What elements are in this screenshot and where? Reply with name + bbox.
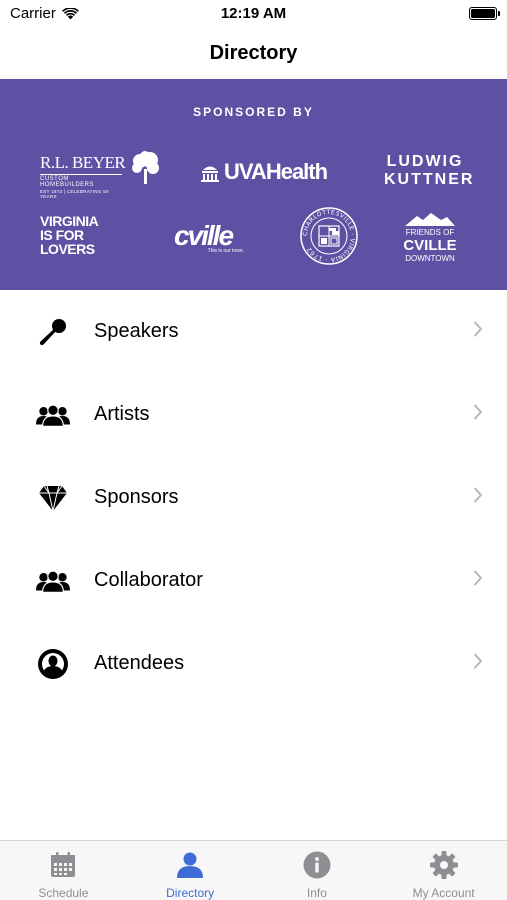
tab-directory[interactable]: Directory	[127, 841, 254, 900]
city-seal-icon: CHARLOTTESVILLE · VIRGINIA · 1762	[300, 207, 358, 265]
ludwig-line-1: LUDWIG	[386, 153, 464, 170]
cville-wordmark: cville	[173, 220, 234, 251]
chevron-right-icon	[473, 404, 483, 425]
gear-icon	[429, 850, 459, 880]
virginia-line-2: IS FOR	[40, 227, 84, 243]
charlottesville-seal-logo: CHARLOTTESVILLE · VIRGINIA · 1762	[299, 206, 359, 271]
navigation-bar: Directory	[0, 28, 507, 78]
uva-health-text: UVAHealth	[224, 159, 328, 184]
directory-item-sponsors[interactable]: Sponsors	[0, 456, 507, 539]
info-icon	[302, 850, 332, 880]
friends-line-3: DOWNTOWN	[405, 254, 455, 263]
chevron-right-icon	[473, 570, 483, 591]
status-time: 12:19 AM	[220, 5, 287, 22]
rl-beyer-tagline: EST 1973 | CELEBRATING 50 YEARS	[40, 189, 109, 199]
chevron-right-icon	[473, 653, 483, 674]
sponsor-banner[interactable]: SPONSORED BY R.L. BEYER CUSTOM HOMEBUILD…	[0, 79, 507, 290]
tab-label: Directory	[166, 886, 215, 900]
microphone-icon	[36, 315, 70, 349]
diamond-icon	[36, 481, 70, 515]
directory-item-label: Collaborator	[94, 569, 203, 591]
directory-item-label: Attendees	[94, 652, 185, 674]
ludwig-line-2: KUTTNER	[384, 171, 475, 188]
person-circle-icon	[36, 647, 70, 681]
group-icon	[36, 564, 70, 598]
group-icon	[36, 398, 70, 432]
chevron-right-icon	[473, 321, 483, 342]
directory-item-speakers[interactable]: Speakers	[0, 290, 507, 373]
directory-item-attendees[interactable]: Attendees	[0, 622, 507, 705]
tab-label: Schedule	[38, 886, 89, 900]
battery-icon	[469, 7, 500, 20]
directory-list: Speakers Artists Sponsors Collaborator A…	[0, 290, 507, 705]
directory-item-collaborator[interactable]: Collaborator	[0, 539, 507, 622]
uva-health-logo: UVAHealth	[200, 159, 328, 185]
virginia-line-1: VIRGINIA	[40, 213, 99, 229]
tab-label: My Account	[412, 886, 475, 900]
rl-beyer-subtitle: CUSTOM HOMEBUILDERS	[40, 174, 122, 188]
tab-label: Info	[306, 886, 327, 900]
chevron-right-icon	[473, 487, 483, 508]
directory-item-artists[interactable]: Artists	[0, 373, 507, 456]
rl-beyer-logo: R.L. BEYER CUSTOM HOMEBUILDERS EST 1973 …	[40, 151, 160, 199]
sponsor-heading: SPONSORED BY	[193, 105, 314, 119]
friends-line-2: CVILLE	[403, 237, 457, 254]
tab-schedule[interactable]: Schedule	[0, 841, 127, 900]
tab-my-account[interactable]: My Account	[380, 841, 507, 900]
page-title: Directory	[209, 41, 298, 64]
ludwig-kuttner-logo: LUDWIG KUTTNER	[384, 153, 475, 189]
directory-item-label: Artists	[94, 403, 150, 425]
status-bar: Carrier 12:19 AM	[0, 0, 507, 28]
virginia-is-for-lovers-logo: VIRGINIA IS FOR LOVERS	[40, 214, 120, 256]
tree-icon	[132, 151, 159, 184]
calendar-icon	[48, 850, 78, 880]
rotunda-icon	[201, 166, 219, 182]
mountain-icon	[405, 213, 455, 226]
friends-of-cville-downtown-logo: FRIENDS OF CVILLE DOWNTOWN	[402, 212, 458, 264]
person-icon	[175, 850, 205, 880]
tab-info[interactable]: Info	[254, 841, 381, 900]
directory-item-label: Sponsors	[94, 486, 179, 508]
directory-item-label: Speakers	[94, 320, 179, 342]
virginia-line-3: LOVERS	[40, 241, 95, 257]
cville-logo: cville This is our town.	[156, 220, 250, 255]
tab-bar: Schedule Directory Info My Account	[0, 840, 507, 900]
